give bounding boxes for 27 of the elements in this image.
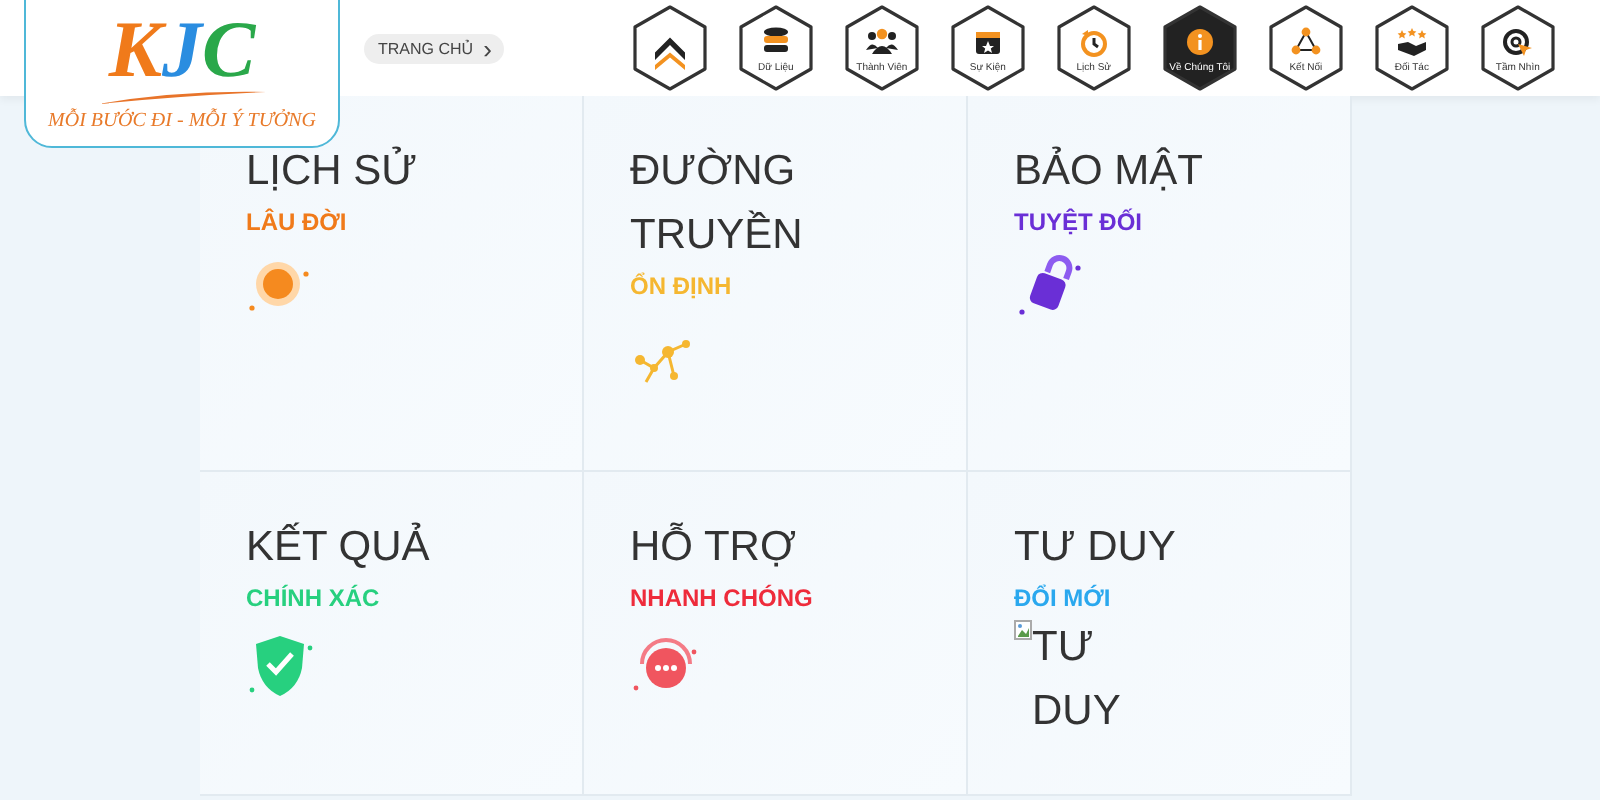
feature-subtitle: CHÍNH XÁC bbox=[246, 584, 382, 612]
target-icon bbox=[1501, 26, 1534, 58]
info-icon bbox=[1183, 26, 1216, 58]
feature-title: TƯ DUY bbox=[1014, 522, 1178, 574]
clock-icon bbox=[1077, 26, 1110, 58]
feature-title: KẾT QUẢ bbox=[246, 520, 432, 574]
breadcrumb-link[interactable]: TRANG CHỦ › bbox=[364, 33, 504, 63]
handshake-icon bbox=[1395, 26, 1428, 58]
feature-title: LỊCH SỬ bbox=[246, 144, 420, 198]
feature-title: BẢO MẬT bbox=[1014, 144, 1206, 198]
calendar-icon bbox=[971, 26, 1004, 58]
feature-subtitle: TUYỆT ĐỐI bbox=[1014, 208, 1145, 236]
feature-title: HỖ TRỢ bbox=[630, 520, 798, 574]
feature-subtitle: ỔN ĐỊNH bbox=[630, 272, 734, 300]
people-icon bbox=[865, 26, 898, 58]
network-icon bbox=[1289, 26, 1322, 58]
feature-title: ĐƯỜNG TRUYỀN bbox=[630, 145, 805, 262]
feature-subtitle: NHANH CHÓNG bbox=[630, 584, 815, 612]
logo-text: KJC bbox=[108, 6, 256, 94]
feature-subtitle: ĐỔI MỚI bbox=[1014, 584, 1113, 612]
database-icon bbox=[759, 26, 792, 58]
logo[interactable]: KJC MỖI BƯỚC ĐI - MỖI Ý TƯỞNG bbox=[24, 0, 340, 148]
image-alt-text: TƯ DUY bbox=[1032, 622, 1121, 738]
logo-slogan: MỖI BƯỚC ĐI - MỖI Ý TƯỞNG bbox=[48, 110, 316, 132]
broken-image-icon bbox=[1014, 620, 1032, 640]
nav-tab[interactable] bbox=[629, 4, 710, 92]
feature-subtitle: LÂU ĐỜI bbox=[246, 208, 349, 236]
